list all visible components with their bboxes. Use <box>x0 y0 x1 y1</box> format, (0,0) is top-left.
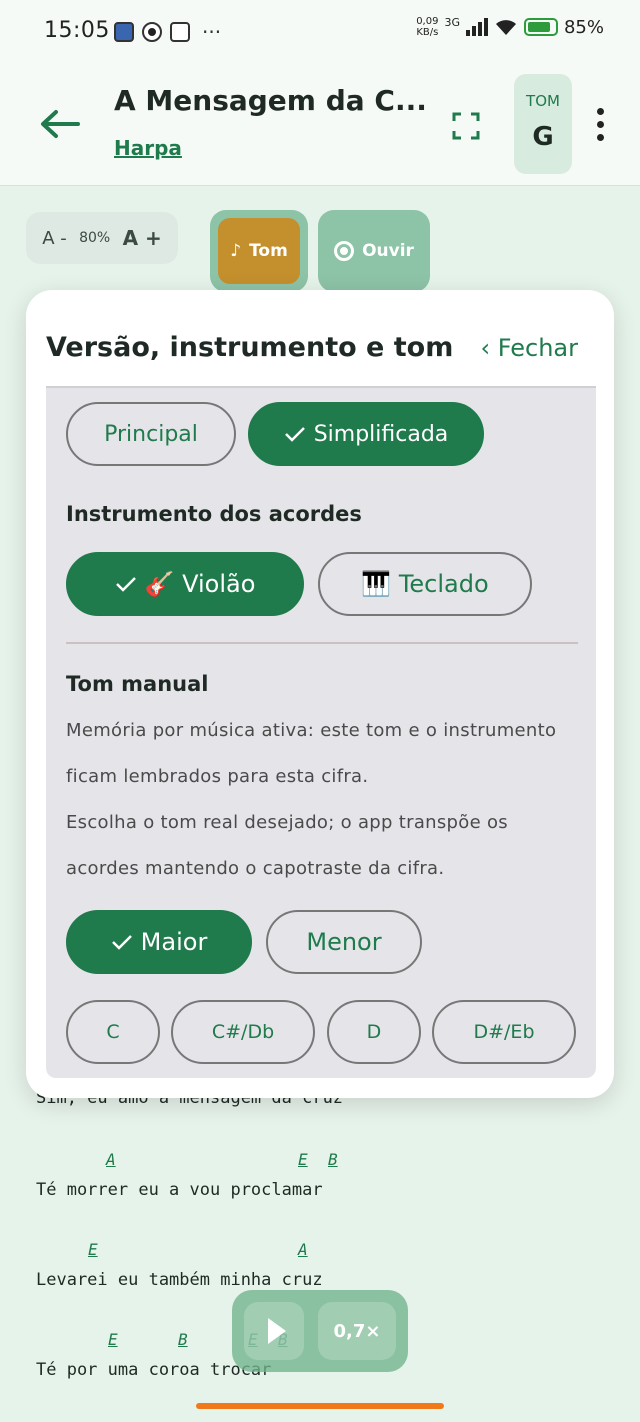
key-indicator[interactable]: TOM G <box>514 74 572 174</box>
version-principal-button[interactable]: Principal <box>66 402 236 466</box>
mode-minor-button[interactable]: Menor <box>266 910 422 974</box>
memory-description: Memória por música ativa: este tom e o i… <box>66 720 557 787</box>
font-increase-button[interactable]: A + <box>123 226 162 250</box>
close-button[interactable]: ‹ Fechar <box>481 334 578 362</box>
listen-button-label: Ouvir <box>362 241 414 261</box>
speed-button[interactable]: 0,7× <box>318 1302 396 1360</box>
chord[interactable]: E <box>298 1150 308 1169</box>
instrument-heading: Instrumento dos acordes <box>66 502 362 526</box>
mode-major-label: Maior <box>140 928 208 956</box>
network-type: 3G <box>444 15 460 29</box>
key-c-button[interactable]: C <box>66 1000 160 1064</box>
key-settings-panel: Versão, instrumento e tom ‹ Fechar Princ… <box>26 290 614 1098</box>
more-options-icon[interactable] <box>590 108 610 148</box>
song-title: A Mensagem da C... <box>114 84 427 117</box>
chord[interactable]: E <box>108 1330 118 1349</box>
check-icon <box>284 427 305 442</box>
key-dsharp-label: D#/Eb <box>473 1021 535 1043</box>
home-indicator[interactable] <box>196 1403 444 1409</box>
mode-minor-label: Menor <box>306 928 382 956</box>
notification-app-icon <box>114 22 134 42</box>
app-bar: A Mensagem da C... Harpa TOM G <box>0 64 640 186</box>
check-icon <box>111 935 132 950</box>
key-value: G <box>532 122 554 152</box>
version-principal-label: Principal <box>104 421 198 447</box>
panel-title: Versão, instrumento e tom <box>46 332 454 363</box>
instrument-teclado-label: 🎹 Teclado <box>361 570 489 598</box>
font-size-control: A - 80% A + <box>26 212 178 264</box>
music-note-icon: ♪ <box>230 241 242 261</box>
status-time: 15:05 <box>44 18 110 43</box>
battery-icon <box>523 18 558 36</box>
chord[interactable]: A <box>106 1150 116 1169</box>
hymnal-link[interactable]: Harpa <box>114 136 182 160</box>
lyric-line: Levarei eu também minha cruz <box>36 1270 323 1290</box>
key-csharp-label: C#/Db <box>211 1021 275 1043</box>
status-bar: 15:05 ··· 0,09 KB/s 3G 85% <box>0 0 640 64</box>
play-icon[interactable] <box>244 1302 304 1360</box>
signal-icon <box>465 18 488 36</box>
instrument-teclado-button[interactable]: 🎹 Teclado <box>318 552 532 616</box>
transpose-description: Escolha o tom real desejado; o app trans… <box>66 812 508 879</box>
tom-button[interactable]: ♪ Tom <box>210 210 308 292</box>
wifi-icon <box>495 20 516 35</box>
instrument-violao-button[interactable]: 🎸 Violão <box>66 552 304 616</box>
key-dsharp-button[interactable]: D#/Eb <box>432 1000 576 1064</box>
key-c-label: C <box>106 1021 120 1043</box>
network-speed: 0,09 KB/s <box>416 16 438 38</box>
key-label: TOM <box>526 92 560 110</box>
tom-button-label: Tom <box>249 241 288 261</box>
mode-major-button[interactable]: Maior <box>66 910 252 974</box>
record-icon <box>334 241 355 261</box>
manual-key-heading: Tom manual <box>66 672 209 696</box>
version-simplificada-button[interactable]: Simplificada <box>248 402 484 466</box>
panel-body: Principal Simplificada Instrumento dos a… <box>46 386 596 1078</box>
font-decrease-button[interactable]: A - <box>42 228 67 249</box>
chord[interactable]: A <box>298 1240 308 1259</box>
lyric-line: Té morrer eu a vou proclamar <box>36 1180 323 1200</box>
notification-record-icon <box>142 22 162 42</box>
key-d-label: D <box>366 1021 382 1043</box>
network-speed-unit: KB/s <box>416 27 439 38</box>
fullscreen-icon[interactable] <box>452 112 480 140</box>
playback-controls: 0,7× <box>232 1290 408 1372</box>
status-notification-icons: ··· <box>114 20 221 44</box>
more-notifications-icon: ··· <box>202 20 222 44</box>
font-size-value: 80% <box>79 230 111 246</box>
network-speed-value: 0,09 <box>416 16 439 27</box>
chord[interactable]: B <box>178 1330 188 1349</box>
instrument-violao-label: 🎸 Violão <box>144 570 256 598</box>
notification-app-icon <box>170 22 190 42</box>
status-indicators: 0,09 KB/s 3G 85% <box>416 15 604 39</box>
chord[interactable]: B <box>328 1150 338 1169</box>
listen-button[interactable]: Ouvir <box>318 210 430 292</box>
key-csharp-button[interactable]: C#/Db <box>171 1000 315 1064</box>
back-arrow-icon[interactable] <box>38 108 82 140</box>
battery-percent: 85% <box>563 16 604 38</box>
key-d-button[interactable]: D <box>327 1000 421 1064</box>
divider <box>66 642 578 644</box>
tom-button-inner: ♪ Tom <box>218 218 300 284</box>
chord[interactable]: E <box>88 1240 98 1259</box>
check-icon <box>115 577 136 592</box>
version-simplificada-label: Simplificada <box>313 421 449 447</box>
